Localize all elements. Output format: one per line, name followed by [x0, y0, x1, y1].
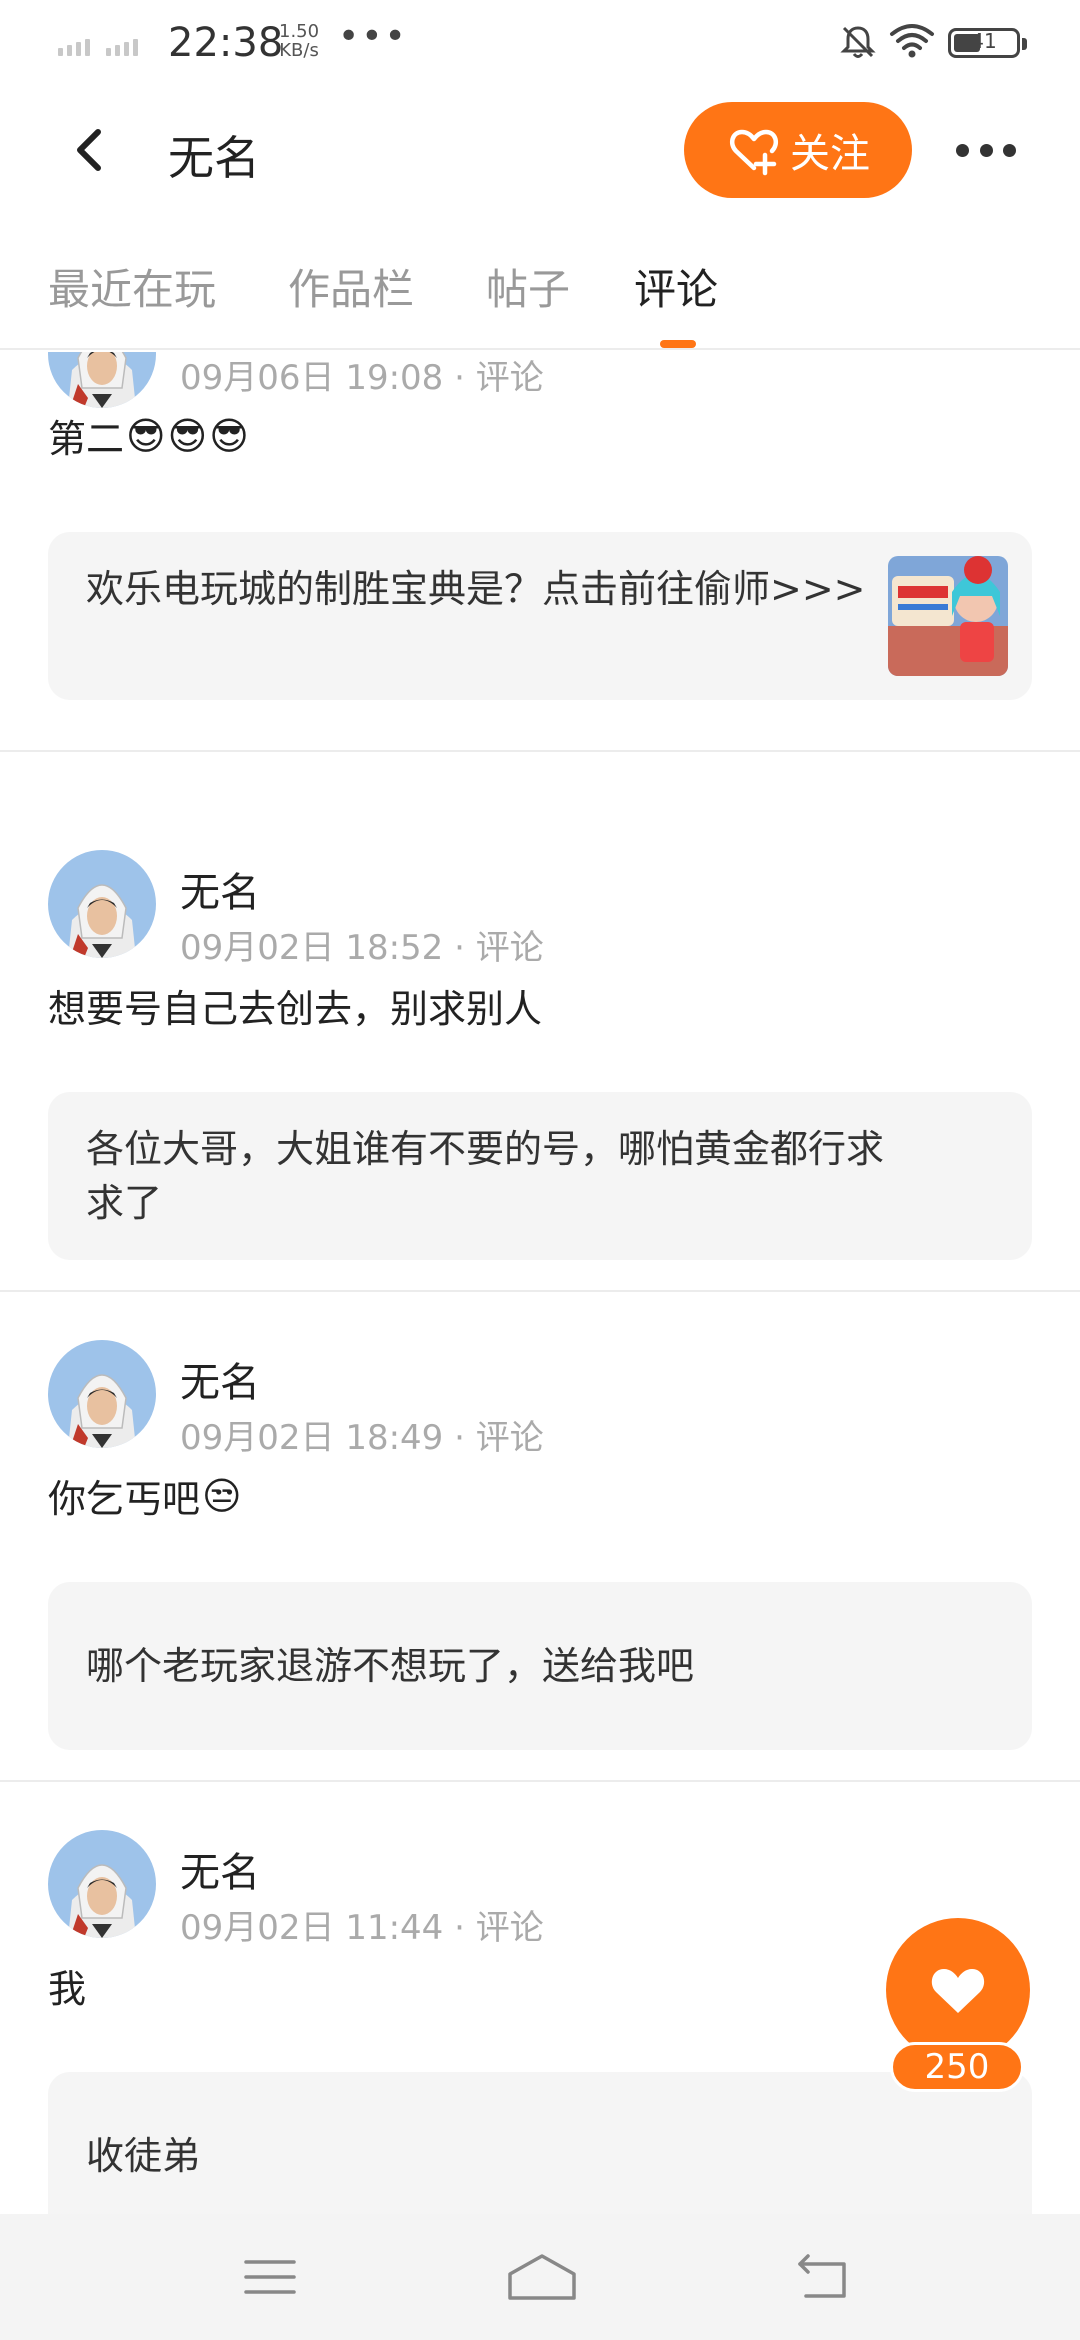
referenced-post-card[interactable]: 各位大哥，大姐谁有不要的号，哪怕黄金都行求求了 — [48, 1092, 1032, 1260]
referenced-post-thumbnail — [888, 556, 1008, 676]
heart-icon — [931, 1969, 985, 2013]
avatar[interactable] — [48, 1830, 156, 1938]
comment-content: 你乞丐吧 😒 — [48, 1468, 242, 1523]
page-title: 无名 — [168, 131, 260, 185]
more-dot-icon — [956, 143, 969, 157]
referenced-post-text: 收徒弟 — [86, 2134, 201, 2178]
wifi-icon — [890, 24, 934, 58]
cool-emoji-icon: 😎 — [126, 413, 166, 458]
menu-icon[interactable] — [240, 2252, 300, 2302]
like-count: 250 — [890, 2042, 1024, 2092]
signal-icon — [58, 36, 138, 56]
avatar-image — [48, 1340, 156, 1448]
more-options-button[interactable] — [956, 130, 1016, 170]
comment-item[interactable]: 无名 09月02日 18:49 · 评论 你乞丐吧 😒 哪个老玩家退游不想玩了，… — [0, 1292, 1080, 1782]
author-name[interactable]: 无名 — [180, 860, 260, 918]
network-speed-value: 1.50 — [279, 21, 320, 42]
comment-item[interactable]: 无名 09月06日 19:08 · 评论 第二 😎 😎 😎 欢乐电玩城的制胜宝典… — [0, 352, 1080, 752]
avatar-image — [48, 352, 156, 408]
cool-emoji-icon: 😎 — [209, 413, 249, 458]
comment-meta: 09月02日 11:44 · 评论 — [180, 1908, 544, 1948]
referenced-post-card[interactable]: 哪个老玩家退游不想玩了，送给我吧 — [48, 1582, 1032, 1750]
unamused-emoji-icon: 😒 — [202, 1473, 242, 1518]
home-icon[interactable] — [506, 2252, 578, 2302]
battery-level: 41 — [971, 29, 997, 53]
comment-content: 我 — [48, 1958, 86, 2013]
tab-works[interactable]: 作品栏 — [288, 256, 414, 317]
tab-recently-played[interactable]: 最近在玩 — [48, 256, 216, 317]
back-button[interactable] — [60, 120, 120, 180]
network-speed: 1.50 KB/s — [279, 22, 319, 60]
battery-icon: 41 — [948, 28, 1027, 58]
referenced-post-text: 各位大哥，大姐谁有不要的号，哪怕黄金都行求求了 — [86, 1127, 885, 1225]
header: 无名 关注 — [0, 90, 1080, 210]
avatar[interactable] — [48, 352, 156, 408]
avatar[interactable] — [48, 850, 156, 958]
avatar[interactable] — [48, 1340, 156, 1448]
status-time: 22:38 — [168, 20, 284, 66]
avatar-image — [48, 850, 156, 958]
avatar-image — [48, 1830, 156, 1938]
divider — [0, 750, 1080, 752]
comment-content: 第二 😎 😎 😎 — [48, 408, 249, 463]
comment-meta: 09月06日 19:08 · 评论 — [180, 358, 544, 398]
status-bar: 22:38 1.50 KB/s ••• 41 — [0, 0, 1080, 90]
comment-text: 第二 — [48, 417, 125, 461]
system-nav-bar — [0, 2214, 1080, 2340]
like-button[interactable] — [886, 1918, 1030, 2062]
more-dot-icon — [979, 143, 993, 157]
cool-emoji-icon: 😎 — [167, 413, 208, 458]
back-nav-icon[interactable] — [794, 2252, 854, 2302]
referenced-post-text: 欢乐电玩城的制胜宝典是？点击前往偷师>>> — [86, 567, 866, 611]
author-name[interactable]: 无名 — [180, 1840, 260, 1898]
comment-item[interactable]: 无名 09月02日 18:52 · 评论 想要号自己去创去，别求别人 各位大哥，… — [0, 802, 1080, 1292]
profile-tabs: 最近在玩 作品栏 帖子 评论 — [0, 210, 1080, 350]
comment-text: 我 — [48, 1967, 87, 2011]
comment-text: 想要号自己去创去，别求别人 — [48, 987, 543, 1031]
tab-comments[interactable]: 评论 — [634, 256, 718, 317]
referenced-post-text: 哪个老玩家退游不想玩了，送给我吧 — [86, 1644, 695, 1688]
more-dot-icon — [1003, 143, 1016, 157]
game-thumbnail-image — [888, 556, 1008, 676]
status-more-dots: ••• — [338, 16, 408, 57]
follow-label: 关注 — [790, 131, 870, 177]
comment-content: 想要号自己去创去，别求别人 — [48, 978, 542, 1033]
comment-meta: 09月02日 18:52 · 评论 — [180, 928, 544, 968]
comment-text: 你乞丐吧 — [48, 1477, 201, 1521]
tab-posts[interactable]: 帖子 — [486, 256, 570, 317]
comment-meta: 09月02日 18:49 · 评论 — [180, 1418, 544, 1458]
network-speed-unit: KB/s — [279, 40, 319, 61]
referenced-post-card[interactable]: 欢乐电玩城的制胜宝典是？点击前往偷师>>> — [48, 532, 1032, 700]
bell-off-icon — [840, 26, 876, 58]
referenced-post-card[interactable]: 收徒弟 — [48, 2072, 1032, 2214]
heart-plus-icon — [729, 129, 779, 176]
active-tab-indicator — [660, 340, 696, 348]
author-name[interactable]: 无名 — [180, 1350, 260, 1408]
follow-button[interactable]: 关注 — [684, 102, 912, 198]
